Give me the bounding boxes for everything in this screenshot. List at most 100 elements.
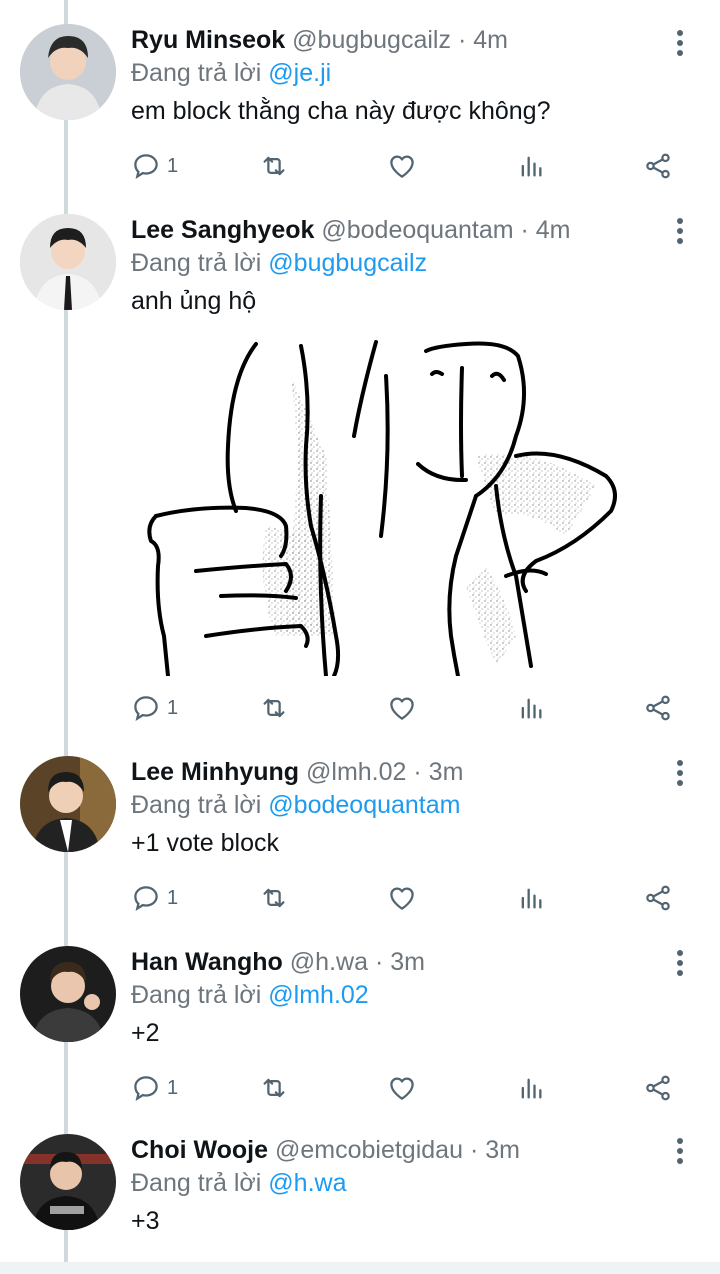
reply-button[interactable]: 1 xyxy=(131,878,178,918)
tweet-header: Choi Wooje @emcobietgidau · 3m xyxy=(131,1134,720,1166)
thumbs-up-sketch-image xyxy=(136,336,630,676)
mention-link[interactable]: @lmh.02 xyxy=(268,981,368,1009)
handle[interactable]: @bugbugcailz xyxy=(292,26,451,54)
tweet-content: Lee Minhyung @lmh.02 · 3m Đang trả lời @… xyxy=(131,756,720,859)
timestamp[interactable]: 3m xyxy=(429,758,464,786)
like-button[interactable] xyxy=(387,146,417,186)
more-vertical-icon[interactable] xyxy=(670,948,690,978)
replying-to: Đang trả lời @bugbugcailz xyxy=(131,247,720,279)
views-button[interactable] xyxy=(517,146,545,186)
separator-dot: · xyxy=(413,758,422,786)
retweet-icon xyxy=(263,698,285,718)
share-icon xyxy=(646,153,670,179)
tweet-content: Lee Sanghyeok @bodeoquantam · 4m Đang tr… xyxy=(131,214,720,317)
mention-link[interactable]: @bugbugcailz xyxy=(268,249,427,277)
mention-link[interactable]: @h.wa xyxy=(268,1169,346,1197)
share-button[interactable] xyxy=(643,146,673,186)
reply-button[interactable]: 1 xyxy=(131,1068,178,1108)
tweet-actions: 1 xyxy=(131,878,691,918)
avatar[interactable] xyxy=(20,214,116,310)
retweet-icon xyxy=(263,156,285,176)
analytics-icon xyxy=(521,156,542,177)
heart-icon xyxy=(390,155,414,178)
mention-link[interactable]: @bodeoquantam xyxy=(268,791,460,819)
mention-link[interactable]: @je.ji xyxy=(268,59,331,87)
share-button[interactable] xyxy=(643,688,673,728)
share-button[interactable] xyxy=(643,878,673,918)
timestamp[interactable]: 4m xyxy=(536,216,571,244)
tweet-text: +2 xyxy=(131,1019,160,1047)
tweet-actions: 1 xyxy=(131,146,691,186)
timestamp[interactable]: 3m xyxy=(390,948,425,976)
analytics-icon xyxy=(521,888,542,909)
separator-dot: · xyxy=(457,26,467,54)
retweet-icon xyxy=(263,888,285,908)
like-button[interactable] xyxy=(387,878,417,918)
tweet-header: Lee Sanghyeok @bodeoquantam · 4m xyxy=(131,214,720,246)
views-button[interactable] xyxy=(517,1068,545,1108)
analytics-icon xyxy=(521,698,542,719)
reply-button[interactable]: 1 xyxy=(131,688,178,728)
display-name[interactable]: Choi Wooje xyxy=(131,1136,268,1164)
handle[interactable]: @h.wa xyxy=(290,948,368,976)
tweet-actions: 1 xyxy=(131,688,691,728)
tweet-text: em block thằng cha này được không? xyxy=(131,97,551,125)
tweet-media-image[interactable] xyxy=(136,336,630,676)
heart-icon xyxy=(390,697,414,720)
tweet-header: Han Wangho @h.wa · 3m xyxy=(131,946,720,978)
comment-icon xyxy=(134,154,158,180)
bottom-divider xyxy=(0,1262,720,1274)
tweet-content: Han Wangho @h.wa · 3m Đang trả lời @lmh.… xyxy=(131,946,720,1049)
separator-dot: · xyxy=(520,216,529,244)
handle[interactable]: @lmh.02 xyxy=(306,758,406,786)
display-name[interactable]: Han Wangho xyxy=(131,948,283,976)
more-vertical-icon[interactable] xyxy=(670,28,690,58)
reply-button[interactable]: 1 xyxy=(131,146,178,186)
avatar[interactable] xyxy=(20,1134,116,1230)
replying-to-label: Đang trả lời xyxy=(131,59,262,87)
heart-icon xyxy=(390,887,414,910)
retweet-button[interactable] xyxy=(258,878,290,918)
retweet-button[interactable] xyxy=(258,688,290,728)
thread-line xyxy=(64,0,68,1274)
more-vertical-icon[interactable] xyxy=(670,216,690,246)
tweet-text: +1 vote block xyxy=(131,829,280,857)
display-name[interactable]: Lee Minhyung xyxy=(131,758,299,786)
tweet-text: +3 xyxy=(131,1207,160,1235)
replying-to: Đang trả lời @h.wa xyxy=(131,1167,720,1199)
replying-to-label: Đang trả lời xyxy=(131,981,262,1009)
more-vertical-icon[interactable] xyxy=(670,758,690,788)
replying-to: Đang trả lời @lmh.02 xyxy=(131,979,720,1011)
comment-icon xyxy=(134,696,158,722)
separator-dot: · xyxy=(374,948,384,976)
replying-to-label: Đang trả lời xyxy=(131,249,262,277)
display-name[interactable]: Lee Sanghyeok xyxy=(131,216,314,244)
retweet-button[interactable] xyxy=(258,146,290,186)
separator-dot: · xyxy=(469,1136,479,1164)
views-button[interactable] xyxy=(517,878,545,918)
tweet-content: Ryu Minseok @bugbugcailz · 4m Đang trả l… xyxy=(131,24,720,127)
views-button[interactable] xyxy=(517,688,545,728)
avatar[interactable] xyxy=(20,946,116,1042)
handle[interactable]: @emcobietgidau xyxy=(275,1136,463,1164)
avatar[interactable] xyxy=(20,756,116,852)
like-button[interactable] xyxy=(387,1068,417,1108)
replying-to-label: Đang trả lời xyxy=(131,1169,262,1197)
avatar[interactable] xyxy=(20,24,116,120)
share-icon xyxy=(646,885,670,911)
share-icon xyxy=(646,695,670,721)
tweet-actions: 1 xyxy=(131,1068,691,1108)
share-icon xyxy=(646,1075,670,1101)
analytics-icon xyxy=(521,1078,542,1099)
reply-count: 1 xyxy=(167,154,179,177)
retweet-button[interactable] xyxy=(258,1068,290,1108)
comment-icon xyxy=(134,1076,158,1102)
timestamp[interactable]: 4m xyxy=(473,26,508,54)
like-button[interactable] xyxy=(387,688,417,728)
timestamp[interactable]: 3m xyxy=(485,1136,520,1164)
replying-to: Đang trả lời @bodeoquantam xyxy=(131,789,720,821)
share-button[interactable] xyxy=(643,1068,673,1108)
display-name[interactable]: Ryu Minseok xyxy=(131,26,285,54)
handle[interactable]: @bodeoquantam xyxy=(321,216,513,244)
more-vertical-icon[interactable] xyxy=(670,1136,690,1166)
